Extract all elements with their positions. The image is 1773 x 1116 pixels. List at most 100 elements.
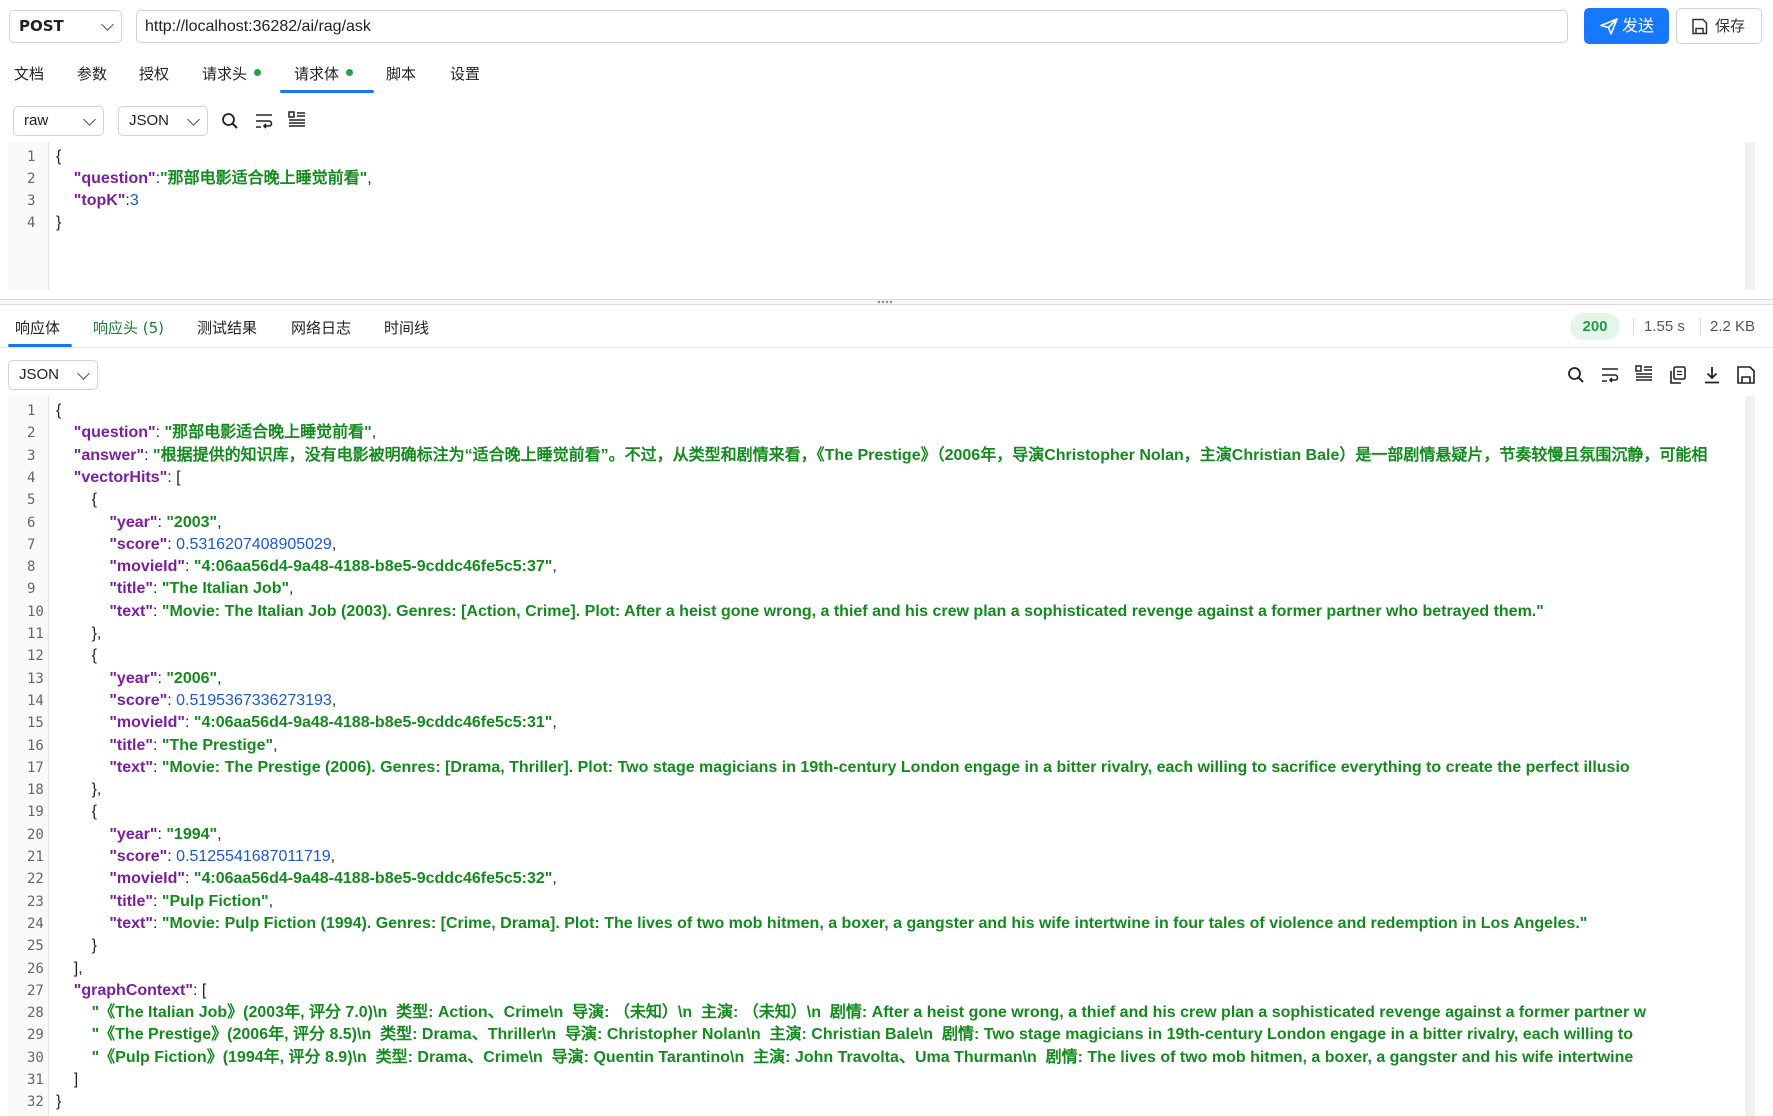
json-punctuation: , xyxy=(371,424,377,442)
json-punctuation: , xyxy=(331,691,337,709)
code-line: "year": "1994", xyxy=(56,824,222,846)
tab-label: 网络日志 xyxy=(291,319,352,337)
body-format-value: JSON xyxy=(129,112,170,129)
json-punctuation: : xyxy=(167,848,177,865)
code-line: "vectorHits": [ xyxy=(56,467,181,489)
save-button[interactable]: 保存 xyxy=(1676,8,1762,44)
json-key: "title" xyxy=(109,736,153,754)
json-key: "graphContext" xyxy=(73,981,193,999)
json-punctuation: : xyxy=(184,558,194,576)
download-icon[interactable] xyxy=(1702,365,1722,385)
body-format-select[interactable]: JSON xyxy=(118,106,208,136)
json-punctuation: , xyxy=(289,580,294,598)
json-punctuation: , xyxy=(217,825,222,843)
tab-label: 请求体 xyxy=(294,65,340,83)
chevron-down-icon xyxy=(101,18,114,31)
tab-network-log[interactable]: 网络日志 xyxy=(291,314,351,348)
wrap-lines-icon[interactable] xyxy=(1600,365,1620,385)
format-icon[interactable] xyxy=(1634,364,1654,384)
line-number: 3 xyxy=(27,193,36,209)
tab-settings[interactable]: 设置 xyxy=(450,60,480,94)
save-icon xyxy=(1692,18,1708,35)
tab-response-headers[interactable]: 响应头 (5) xyxy=(93,314,164,348)
request-bar: POST http://localhost:36282/ai/rag/ask 发… xyxy=(0,0,1773,50)
json-key: "score" xyxy=(109,848,168,865)
response-format-select[interactable]: JSON xyxy=(8,360,98,390)
json-punctuation xyxy=(56,915,109,932)
tab-response-body[interactable]: 响应体 xyxy=(15,314,60,348)
json-punctuation xyxy=(56,536,109,553)
json-punctuation: , xyxy=(273,736,278,754)
response-body-viewer[interactable]: 1 2 3 4 5 6 7 8 9 10 11 12 13 14 15 16 17 18 19 20 21 22 23 24 2… xyxy=(8,396,1755,1116)
scrollbar[interactable] xyxy=(1745,142,1755,290)
line-number: 1 xyxy=(27,149,36,165)
json-punctuation: ] xyxy=(56,1071,79,1088)
code-line: "score": 0.5316207408905029, xyxy=(56,534,336,556)
tab-scripts[interactable]: 脚本 xyxy=(386,60,416,94)
copy-icon[interactable] xyxy=(1668,365,1688,385)
code-line: "question": "那部电影适合晚上睡觉前看", xyxy=(56,422,376,444)
wrap-lines-icon[interactable] xyxy=(254,111,274,131)
json-string: "The Prestige" xyxy=(161,736,274,754)
tab-body[interactable]: 请求体 xyxy=(294,60,354,94)
json-punctuation xyxy=(56,826,109,843)
json-punctuation xyxy=(56,1004,92,1021)
body-mode-select[interactable]: raw xyxy=(13,106,104,136)
json-punctuation xyxy=(56,192,74,209)
json-key: "movieId" xyxy=(109,714,185,732)
tab-timeline[interactable]: 时间线 xyxy=(384,314,429,348)
tab-headers[interactable]: 请求头 xyxy=(202,60,262,94)
url-input[interactable]: http://localhost:36282/ai/rag/ask xyxy=(136,10,1568,43)
json-punctuation xyxy=(56,893,109,910)
line-number-gutter: 1 2 3 4 xyxy=(8,142,49,290)
json-punctuation: , xyxy=(217,513,222,531)
search-icon[interactable] xyxy=(1566,365,1586,385)
json-punctuation xyxy=(56,580,109,597)
method-select[interactable]: POST xyxy=(9,10,122,43)
line-number: 26 xyxy=(27,960,44,977)
json-string: "《The Italian Job》(2003年, 评分 7.0)\n 类型: … xyxy=(91,1004,1647,1022)
line-number: 28 xyxy=(27,1005,44,1022)
code-line: "《The Prestige》(2006年, 评分 8.5)\n 类型: Dra… xyxy=(56,1024,1633,1046)
json-punctuation: : [ xyxy=(192,981,207,999)
request-body-editor[interactable]: 1 2 3 4 { "question":"那部电影适合晚上睡觉前看", "topK"… xyxy=(8,142,1755,290)
code-line: "《The Italian Job》(2003年, 评分 7.0)\n 类型: … xyxy=(56,1002,1647,1024)
code-line: }, xyxy=(56,779,102,801)
line-number: 3 xyxy=(27,447,36,464)
line-number: 2 xyxy=(27,171,36,187)
line-number: 4 xyxy=(27,215,36,231)
json-key: "vectorHits" xyxy=(73,468,168,486)
tab-auth[interactable]: 授权 xyxy=(139,60,169,94)
code-line: "year": "2003", xyxy=(56,512,222,534)
json-punctuation: ], xyxy=(56,959,83,977)
line-number: 29 xyxy=(27,1027,44,1044)
search-icon[interactable] xyxy=(220,111,240,131)
grip-icon xyxy=(877,300,893,304)
body-mode-value: raw xyxy=(24,112,49,129)
json-punctuation: : xyxy=(184,714,194,732)
json-punctuation xyxy=(56,469,74,486)
tab-docs[interactable]: 文档 xyxy=(14,60,44,94)
tab-test-results[interactable]: 测试结果 xyxy=(197,314,257,348)
line-number: 15 xyxy=(27,715,44,732)
json-number: 0.5125541687011719 xyxy=(176,848,331,865)
json-string: "《Pulp Fiction》(1994年, 评分 8.9)\n 类型: Dra… xyxy=(91,1048,1634,1066)
json-punctuation: : xyxy=(152,758,162,776)
save-icon[interactable] xyxy=(1736,365,1756,385)
response-tabs: 响应体 响应头 (5) 测试结果 网络日志 时间线 xyxy=(0,312,1773,348)
line-number: 25 xyxy=(27,938,44,955)
json-string: "Pulp Fiction" xyxy=(161,892,269,910)
code-line: "title": "The Italian Job", xyxy=(56,578,294,600)
send-button[interactable]: 发送 xyxy=(1584,8,1669,44)
tab-label: 时间线 xyxy=(384,319,430,337)
json-punctuation: , xyxy=(330,848,336,865)
json-punctuation: : xyxy=(152,580,162,598)
json-punctuation: { xyxy=(56,491,97,509)
tab-params[interactable]: 参数 xyxy=(77,60,107,94)
tab-label: 测试结果 xyxy=(197,319,258,337)
format-icon[interactable] xyxy=(287,110,307,130)
json-string: "Movie: Pulp Fiction (1994). Genres: [Cr… xyxy=(161,914,1588,932)
code-line: "title": "The Prestige", xyxy=(56,735,278,757)
line-number: 5 xyxy=(27,492,36,509)
scrollbar[interactable] xyxy=(1745,396,1755,1116)
